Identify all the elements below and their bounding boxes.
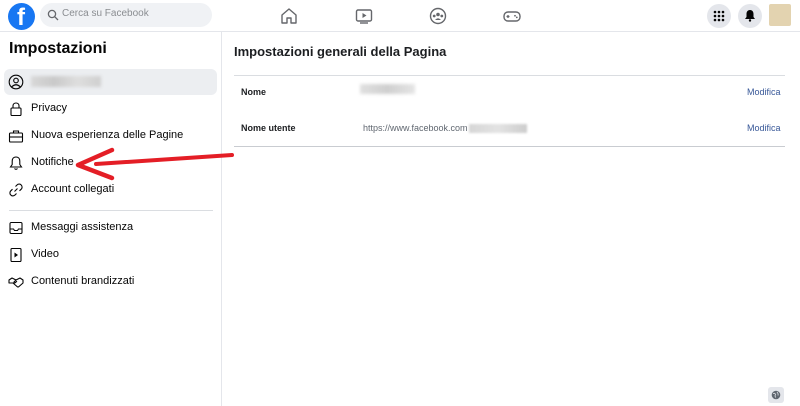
lock-icon: [10, 102, 22, 117]
facebook-logo[interactable]: f: [8, 3, 35, 31]
globe-icon: [771, 390, 781, 400]
sidebar-item-support-inbox[interactable]: Messaggi assistenza: [4, 215, 217, 241]
groups-icon[interactable]: [428, 6, 448, 26]
username-label: Nome utente: [241, 123, 296, 133]
sidebar-title: Impostazioni: [9, 40, 107, 57]
handshake-icon: [8, 277, 24, 288]
menu-grid-icon: [713, 10, 725, 22]
sidebar-item-privacy[interactable]: Privacy: [4, 96, 217, 122]
search-icon: [47, 9, 59, 21]
inbox-icon: [9, 221, 23, 235]
bell-icon: [9, 156, 23, 170]
sidebar-item-new-pages-experience[interactable]: Nuova esperienza delle Pagine: [4, 123, 217, 149]
facebook-logo-letter: f: [17, 4, 25, 31]
page-title: Impostazioni generali della Pagina: [234, 44, 447, 59]
sidebar-item-label: Notifiche: [31, 156, 74, 168]
sidebar-item-label: Messaggi assistenza: [31, 221, 134, 233]
sidebar-item-notifications[interactable]: Notifiche: [4, 150, 217, 176]
sidebar-item-label: Privacy: [31, 102, 68, 114]
search-placeholder: Cerca su Facebook: [62, 8, 149, 19]
sidebar-item-label: Video: [31, 248, 59, 260]
menu-button[interactable]: [707, 4, 731, 28]
title-divider: [234, 75, 785, 76]
sidebar-divider: [9, 210, 213, 211]
account-avatar[interactable]: [769, 4, 791, 26]
edit-name-link[interactable]: Modifica: [747, 87, 781, 97]
link-icon: [9, 183, 23, 197]
briefcase-icon: [8, 130, 24, 143]
video-file-icon: [10, 247, 22, 263]
notifications-bell-icon: [745, 10, 755, 22]
sidebar-item-label: Nuova esperienza delle Pagine: [31, 129, 184, 141]
profile-icon: [8, 74, 24, 90]
sidebar-item-profile[interactable]: [4, 69, 217, 95]
search-box[interactable]: Cerca su Facebook: [40, 3, 212, 27]
sidebar-item-label: Account collegati: [31, 183, 115, 195]
page-settings-panel: Impostazioni generali della Pagina Nome …: [223, 32, 800, 406]
section-bottom-divider: [234, 146, 785, 147]
notifications-button[interactable]: [738, 4, 762, 28]
settings-sidebar: Impostazioni Privacy Nuova esperienza de…: [0, 32, 222, 406]
name-label: Nome: [241, 87, 267, 97]
sidebar-item-video[interactable]: Video: [4, 242, 217, 268]
redacted-name-value: [360, 84, 415, 94]
sidebar-item-branded-content[interactable]: Contenuti brandizzati: [4, 269, 217, 295]
language-button[interactable]: [768, 387, 784, 403]
redacted-page-name: [31, 76, 101, 87]
top-navigation-bar: f Cerca su Facebook: [0, 0, 800, 32]
sidebar-item-linked-accounts[interactable]: Account collegati: [4, 177, 217, 203]
redacted-username-suffix: [469, 124, 527, 133]
home-icon[interactable]: [279, 6, 299, 26]
sidebar-item-label: Contenuti brandizzati: [31, 275, 135, 287]
edit-username-link[interactable]: Modifica: [747, 123, 781, 133]
video-icon[interactable]: [354, 6, 374, 26]
gaming-icon[interactable]: [502, 6, 522, 26]
username-value: https://www.facebook.com: [363, 123, 468, 133]
